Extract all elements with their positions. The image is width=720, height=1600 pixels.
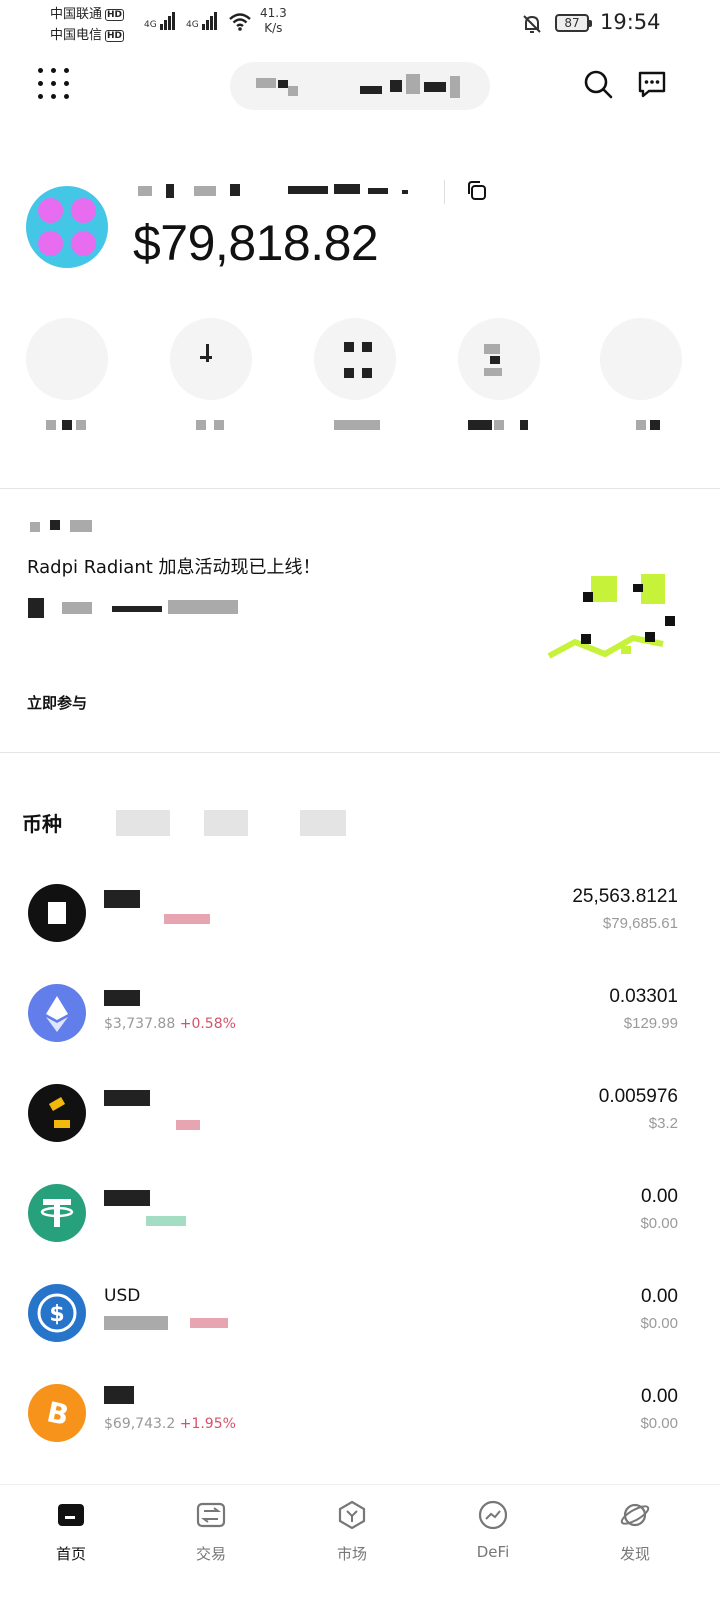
market-icon [338,1500,366,1530]
quick-action-5-label [600,420,682,432]
token-row[interactable]: B $69,743.2 +1.95% 0.00 $0.00 [0,1384,720,1484]
token-fiat-value: $129.99 [623,1015,678,1032]
clock: 19:54 [600,10,661,34]
quick-action-3-icon [314,318,396,400]
quick-action-5-icon [600,318,682,400]
network-speed: 41.3 K/s [260,6,287,36]
banner-tag [30,518,100,534]
signal-2-icon: 4G [186,12,218,30]
token-fiat-value: $0.00 [640,1315,678,1332]
quick-action-3[interactable] [314,318,396,438]
svg-text:$: $ [49,1302,64,1327]
signal-1-icon: 4G [144,12,176,30]
section-divider-1 [0,488,720,489]
section-divider-2 [0,752,720,753]
name-divider [444,180,445,204]
swap-icon [196,1502,226,1528]
bottom-navigation: 首页 交易 市场 DeFi 发现 [0,1484,720,1600]
chat-icon[interactable] [636,68,668,100]
token-fiat-value: $3.2 [648,1115,678,1132]
quick-action-4-icon [458,318,540,400]
copy-icon[interactable] [464,178,490,204]
discover-icon [620,1503,650,1527]
token-fiat-value: $0.00 [640,1215,678,1232]
banner-text-line2 [28,598,248,618]
token-row[interactable]: 0.00 $0.00 [0,1184,720,1284]
quick-action-3-label [314,420,396,432]
token-price: $3,737.88 +0.58% [104,1016,236,1032]
search-icon[interactable] [582,68,614,100]
btc-icon: B [28,1384,86,1442]
quick-action-1-icon [26,318,108,400]
token-fiat-value: $0.00 [640,1415,678,1432]
speed-value: 41.3 [260,6,287,20]
tab-2[interactable] [116,810,170,836]
token-row[interactable]: $ USD 0.00 $0.00 [0,1284,720,1384]
network-type-2: 4G [186,20,199,30]
nav-trade-label: 交易 [195,1545,226,1563]
nav-discover[interactable]: 发现 [590,1499,680,1564]
quick-action-2-icon [170,318,252,400]
quick-action-2[interactable] [170,318,252,438]
token-row[interactable]: 25,563.8121 $79,685.61 [0,884,720,984]
banner-illustration-icon [547,574,675,659]
token-1-icon [28,884,86,942]
banner-text[interactable]: Radpi Radiant 加息活动现已上线！ [27,554,497,582]
hd-badge-1: HD [105,9,125,21]
account-switcher[interactable] [230,62,490,110]
token-fiat-value: $79,685.61 [602,915,678,932]
status-bar: 中国联通 HD 中国电信 HD 4G 4G 41.3 K/s 87 19:54 [0,0,720,50]
token-amount: 25,563.8121 [572,886,678,907]
quick-action-1[interactable] [26,318,108,438]
total-balance: $79,818.82 [133,215,379,271]
token-name: USD [104,1286,141,1306]
battery-indicator: 87 [555,14,592,32]
nav-market[interactable]: 市场 [307,1499,397,1564]
usdt-icon [28,1184,86,1242]
token-amount: 0.005976 [598,1086,678,1107]
nav-trade[interactable]: 交易 [166,1499,256,1564]
speed-unit: K/s [264,21,283,35]
token-amount: 0.03301 [609,986,678,1007]
banner-cta-link[interactable]: 立即参与 [27,692,87,713]
quick-action-5[interactable] [600,318,682,438]
mute-bell-icon [523,15,541,33]
hd-badge-2: HD [105,30,125,42]
token-amount: 0.00 [641,1186,678,1207]
nav-discover-label: 发现 [619,1545,650,1563]
tab-3[interactable] [204,810,248,836]
usdc-icon: $ [28,1284,86,1342]
nav-market-label: 市场 [336,1545,367,1563]
token-price: $69,743.2 +1.95% [104,1416,236,1432]
quick-action-4-label [458,420,540,432]
svg-text:B: B [44,1395,72,1432]
nav-home[interactable]: 首页 [26,1499,116,1564]
network-type-1: 4G [144,20,157,30]
tab-4[interactable] [300,810,346,836]
nav-defi[interactable]: DeFi [448,1499,538,1561]
token-amount: 0.00 [641,1386,678,1407]
okb-icon [28,1084,86,1142]
carrier-1: 中国联通 [50,7,103,22]
carrier-2: 中国电信 [50,28,103,43]
wallet-icon [58,1504,84,1526]
menu-grid-icon[interactable] [36,66,72,102]
avatar[interactable] [26,186,108,268]
wifi-icon [229,13,251,31]
tab-tokens[interactable]: 币种 [22,808,62,837]
token-row[interactable]: $3,737.88 +0.58% 0.03301 $129.99 [0,984,720,1084]
defi-icon [478,1500,508,1530]
token-row[interactable]: 0.005976 $3.2 [0,1084,720,1184]
wallet-name[interactable] [138,180,418,200]
quick-action-1-label [26,420,108,432]
nav-defi-label: DeFi [476,1543,510,1561]
token-amount: 0.00 [641,1286,678,1307]
quick-action-4[interactable] [458,318,540,438]
carrier-info: 中国联通 HD 中国电信 HD [50,4,125,46]
nav-home-label: 首页 [55,1545,86,1563]
quick-action-2-label [170,420,252,432]
eth-icon [28,984,86,1042]
